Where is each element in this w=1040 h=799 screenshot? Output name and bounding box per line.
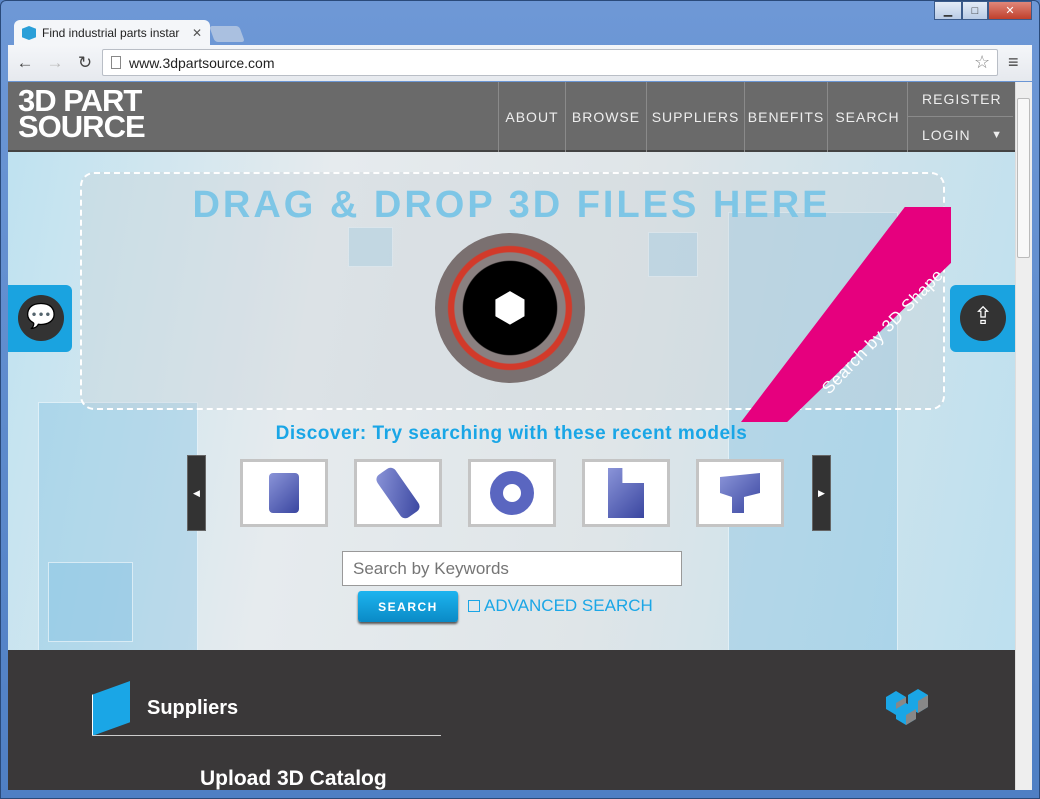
nav-benefits[interactable]: BENEFITS [744, 82, 827, 152]
page-viewport: 3D PART SOURCE ABOUT BROWSE SUPPLIERS BEN… [8, 82, 1015, 790]
scrollbar-thumb[interactable] [1017, 98, 1030, 258]
discover-heading: Discover: Try searching with these recen… [275, 423, 748, 444]
model-thumb-elbow-fitting[interactable] [696, 459, 784, 527]
arrow-right-icon: ▶ [818, 487, 825, 498]
nav-search[interactable]: SEARCH [827, 82, 907, 152]
browser-tab[interactable]: Find industrial parts instar ✕ [14, 20, 210, 46]
site-logo[interactable]: 3D PART SOURCE [18, 85, 146, 142]
advanced-search-toggle[interactable]: ADVANCED SEARCH [468, 596, 653, 616]
chat-button[interactable]: 💬 [8, 285, 72, 352]
upload-catalog-link[interactable]: Upload 3D Catalog [200, 767, 387, 790]
model-thumb-bracket[interactable] [582, 459, 670, 527]
suppliers-section [8, 650, 1015, 790]
caret-down-icon: ▼ [991, 128, 1003, 141]
model-thumb-worm-gear[interactable] [354, 459, 442, 527]
tab-title: Find industrial parts instar [42, 26, 180, 40]
nav-browse[interactable]: BROWSE [565, 82, 646, 152]
suppliers-title: Suppliers [147, 697, 239, 719]
upload-icon: ⇪ [960, 295, 1006, 341]
page-icon [111, 56, 121, 69]
upload-button[interactable]: ⇪ [950, 285, 1015, 352]
carousel-prev-button[interactable]: ◀ [187, 455, 206, 531]
nav-about[interactable]: ABOUT [498, 82, 565, 152]
url-text: www.3dpartsource.com [129, 54, 275, 71]
menu-icon[interactable]: ≡ [1008, 52, 1019, 73]
drop-zone-title: DRAG & DROP 3D FILES HERE [192, 184, 831, 226]
favicon-icon [22, 26, 36, 40]
login-link[interactable]: LOGIN ▼ [907, 117, 1013, 152]
register-link[interactable]: REGISTER [907, 82, 1013, 117]
bookmark-star-icon[interactable]: ☆ [974, 52, 990, 73]
close-window-button[interactable]: ✕ [988, 1, 1032, 20]
checkbox-icon[interactable] [468, 600, 480, 612]
maximize-button[interactable]: □ [962, 1, 988, 20]
minimize-button[interactable]: ▁ [934, 1, 962, 20]
window-controls: ▁ □ ✕ [934, 1, 1032, 21]
model-thumb-sensor[interactable] [240, 459, 328, 527]
chat-bubble-icon: 💬 [18, 295, 64, 341]
forward-icon[interactable]: → [42, 53, 68, 73]
close-tab-icon[interactable]: ✕ [192, 26, 202, 40]
reload-icon[interactable]: ↻ [72, 53, 98, 73]
new-tab-button[interactable] [209, 26, 245, 42]
address-bar[interactable]: www.3dpartsource.com [102, 49, 998, 76]
model-thumb-washer[interactable] [468, 459, 556, 527]
keyword-search-input[interactable] [342, 551, 682, 586]
back-icon[interactable]: ← [12, 53, 38, 73]
search-button[interactable]: SEARCH [358, 591, 458, 622]
site-header: 3D PART SOURCE ABOUT BROWSE SUPPLIERS BEN… [8, 82, 1015, 152]
arrow-left-icon: ◀ [193, 487, 200, 498]
cubes-logo-icon: ⬢ [492, 286, 528, 330]
upload-3d-button[interactable]: ⬢ [435, 233, 585, 383]
cubes-logo-icon [886, 689, 928, 725]
carousel-next-button[interactable]: ▶ [812, 455, 831, 531]
divider [92, 735, 441, 736]
background-cube [48, 562, 133, 642]
nav-suppliers[interactable]: SUPPLIERS [646, 82, 744, 152]
hero-section: DRAG & DROP 3D FILES HERE ⬢ Search by 3D… [8, 152, 1015, 652]
